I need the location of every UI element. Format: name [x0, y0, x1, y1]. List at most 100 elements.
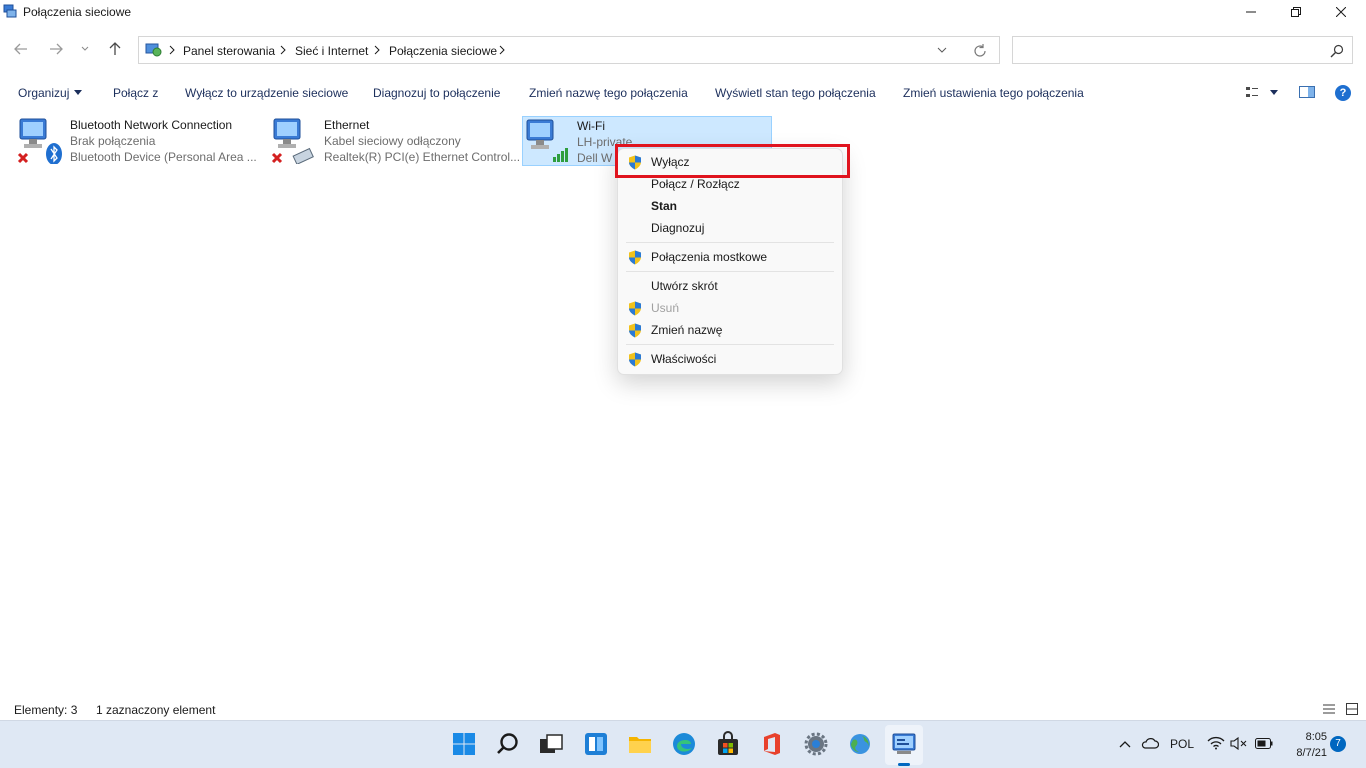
breadcrumb-network-internet[interactable]: Sieć i Internet: [295, 44, 368, 58]
clock-time[interactable]: 8:05: [1299, 731, 1327, 743]
close-icon: [1336, 7, 1346, 17]
menu-item-label: Utwórz skrót: [651, 279, 718, 293]
menu-item-label: Stan: [651, 199, 678, 213]
language-indicator[interactable]: POL: [1170, 737, 1194, 751]
menu-item-properties[interactable]: Właściwości: [618, 348, 842, 370]
menu-item-label: Usuń: [651, 301, 680, 315]
breadcrumb-chevron-icon: [169, 45, 175, 55]
active-app-indicator: [898, 763, 910, 766]
settings-icon[interactable]: [803, 731, 829, 757]
menu-separator: [626, 271, 834, 272]
taskbar: POL 8:05 8/7/21 7: [0, 720, 1366, 768]
network-adapter-icon: [526, 119, 568, 162]
caret-down-icon: [74, 90, 82, 95]
item-status: Brak połączenia: [70, 134, 156, 148]
address-history-chevron-icon[interactable]: [935, 43, 949, 57]
item-device: Realtek(R) PCI(e) Ethernet Control...: [324, 150, 521, 164]
preview-pane-icon[interactable]: [1299, 85, 1315, 99]
battery-icon[interactable]: [1255, 738, 1273, 749]
store-icon[interactable]: [715, 731, 741, 757]
view-options-icon[interactable]: [1245, 85, 1259, 99]
menu-item-status[interactable]: Stan: [618, 195, 842, 217]
up-button[interactable]: [104, 38, 126, 60]
clock-date[interactable]: 8/7/21: [1287, 747, 1327, 759]
control-panel-icon: [145, 43, 162, 57]
view-status-button[interactable]: Wyświetl stan tego połączenia: [715, 86, 876, 100]
task-view-icon[interactable]: [538, 731, 564, 757]
wifi-icon[interactable]: [1207, 736, 1225, 750]
item-device: Dell W: [577, 151, 613, 165]
diagnose-button[interactable]: Diagnozuj to połączenie: [373, 86, 500, 100]
menu-item-label: Diagnozuj: [651, 221, 705, 235]
breadcrumb-chevron-icon: [499, 45, 505, 55]
item-count: Elementy: 3: [14, 703, 78, 717]
annotation-highlight-box: [615, 144, 850, 178]
control-panel-icon[interactable]: [891, 731, 917, 757]
widgets-icon[interactable]: [583, 731, 609, 757]
window-title: Połączenia sieciowe: [23, 5, 132, 19]
menu-item-create-shortcut[interactable]: Utwórz skrót: [618, 275, 842, 297]
menu-item-bridge-connections[interactable]: Połączenia mostkowe: [618, 246, 842, 268]
minimize-icon: [1246, 11, 1256, 13]
connect-to-button[interactable]: Połącz z: [113, 86, 158, 100]
arrow-right-icon: [50, 43, 63, 55]
arrow-up-icon: [109, 42, 121, 55]
change-settings-button[interactable]: Zmień ustawienia tego połączenia: [903, 86, 1084, 100]
menu-separator: [626, 344, 834, 345]
recent-locations-button[interactable]: [76, 38, 94, 60]
rename-button[interactable]: Zmień nazwę tego połączenia: [529, 86, 688, 100]
command-bar: Organizuj Połącz z Wyłącz to urządzenie …: [0, 78, 1366, 108]
windows-start-icon[interactable]: [451, 731, 477, 757]
item-device: Bluetooth Device (Personal Area ...: [70, 150, 257, 164]
arrow-left-icon: [14, 43, 27, 55]
menu-item-diagnose[interactable]: Diagnozuj: [618, 217, 842, 239]
disable-device-button[interactable]: Wyłącz to urządzenie sieciowe: [185, 86, 348, 100]
show-hidden-icons-chevron-icon[interactable]: [1119, 740, 1131, 748]
item-name: Bluetooth Network Connection: [70, 118, 233, 132]
item-status: Kabel sieciowy odłączony: [324, 134, 461, 148]
breadcrumb-chevron-icon: [280, 45, 286, 55]
network-connections-icon: [3, 4, 17, 18]
search-input[interactable]: [1012, 36, 1353, 64]
refresh-icon[interactable]: [972, 43, 988, 59]
menu-item-rename[interactable]: Zmień nazwę: [618, 319, 842, 341]
restore-icon: [1291, 7, 1301, 17]
view-caret-down-icon[interactable]: [1270, 90, 1278, 95]
title-bar: Połączenia sieciowe: [0, 0, 1366, 26]
network-item-bluetooth[interactable]: Bluetooth Network Connection Brak połącz…: [16, 116, 266, 166]
back-button[interactable]: [10, 38, 32, 60]
details-view-icon[interactable]: [1322, 702, 1336, 716]
menu-item-label: Połączenia mostkowe: [651, 250, 768, 264]
help-icon[interactable]: ?: [1335, 85, 1351, 101]
edge-icon[interactable]: [671, 731, 697, 757]
forward-button[interactable]: [45, 38, 67, 60]
uac-shield-icon: [629, 301, 641, 316]
office-icon[interactable]: [759, 731, 785, 757]
menu-item-delete: Usuń: [618, 297, 842, 319]
breadcrumb-chevron-icon: [374, 45, 380, 55]
organize-button[interactable]: Organizuj: [18, 86, 69, 100]
notification-badge[interactable]: 7: [1330, 736, 1346, 752]
search-icon[interactable]: [495, 731, 521, 757]
network-item-ethernet[interactable]: Ethernet Kabel sieciowy odłączony Realte…: [270, 116, 520, 166]
volume-muted-icon[interactable]: [1230, 737, 1248, 750]
menu-item-label: Połącz / Rozłącz: [651, 177, 740, 191]
uac-shield-icon: [629, 352, 641, 367]
restore-button[interactable]: [1273, 0, 1319, 24]
network-adapter-icon: [17, 118, 62, 164]
address-bar[interactable]: Panel sterowania Sieć i Internet Połącze…: [138, 36, 1000, 64]
file-explorer-icon[interactable]: [627, 731, 653, 757]
selection-count: 1 zaznaczony element: [96, 703, 216, 717]
breadcrumb-network-connections[interactable]: Połączenia sieciowe: [389, 44, 497, 58]
onedrive-cloud-icon[interactable]: [1141, 737, 1159, 749]
network-globe-icon[interactable]: [847, 731, 873, 757]
item-name: Wi-Fi: [577, 119, 605, 133]
chevron-down-icon: [81, 46, 89, 51]
close-button[interactable]: [1318, 0, 1364, 24]
item-name: Ethernet: [324, 118, 370, 132]
large-icons-view-icon[interactable]: [1345, 702, 1359, 716]
breadcrumb-control-panel[interactable]: Panel sterowania: [183, 44, 275, 58]
search-icon: [1330, 44, 1344, 58]
minimize-button[interactable]: [1228, 0, 1274, 24]
menu-separator: [626, 242, 834, 243]
